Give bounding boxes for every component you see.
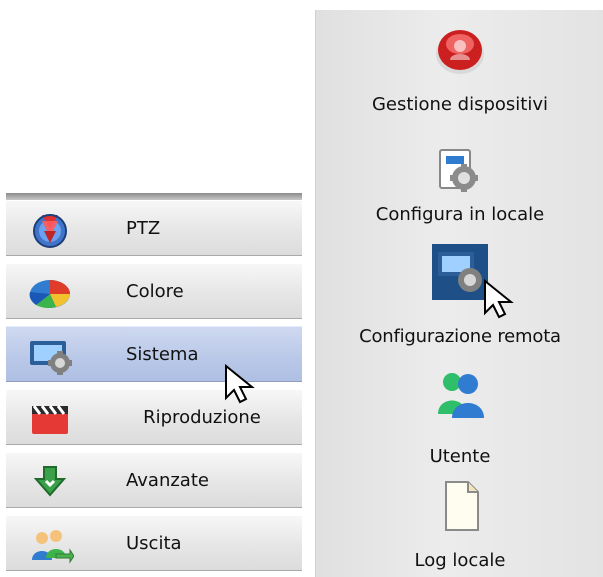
- left-item-colore[interactable]: Colore: [6, 263, 302, 319]
- left-item-label: Sistema: [126, 344, 199, 365]
- users-icon: [430, 362, 490, 422]
- right-item-configurazione-remota[interactable]: Configurazione remota: [316, 242, 603, 356]
- left-item-riproduzione[interactable]: Riproduzione: [6, 389, 302, 445]
- right-item-label: Gestione dispositivi: [371, 94, 548, 115]
- right-item-label: Log locale: [414, 550, 506, 571]
- left-item-avanzate[interactable]: Avanzate: [6, 452, 302, 508]
- remote-config-icon: [430, 242, 490, 302]
- left-menu: PTZ Colore Sistema Riproduzione Avanzate…: [6, 193, 302, 577]
- left-item-label: Colore: [126, 281, 184, 302]
- right-item-configura-in-locale[interactable]: Configura in locale: [316, 136, 603, 242]
- right-item-label: Utente: [429, 446, 491, 467]
- right-item-label: Configurazione remota: [359, 326, 561, 347]
- mouse-cursor-icon: [483, 278, 515, 319]
- settings-screen-icon: [26, 335, 74, 375]
- red-device-icon: [430, 20, 490, 80]
- users-exit-icon: [26, 524, 75, 564]
- left-item-label: Avanzate: [126, 470, 209, 491]
- ptz-icon: [26, 209, 74, 249]
- left-item-label: Riproduzione: [143, 407, 261, 428]
- left-item-sistema[interactable]: Sistema: [6, 326, 302, 382]
- left-menu-topbar: [6, 193, 302, 200]
- left-item-uscita[interactable]: Uscita: [6, 515, 302, 571]
- right-item-gestione-dispositivi[interactable]: Gestione dispositivi: [316, 10, 603, 136]
- right-panel: Gestione dispositivi Configura in locale: [315, 10, 603, 577]
- clapperboard-icon: [26, 398, 74, 438]
- left-item-ptz[interactable]: PTZ: [6, 200, 302, 256]
- left-item-label: Uscita: [126, 533, 182, 554]
- right-item-label: Configura in locale: [375, 204, 545, 225]
- right-item-utente[interactable]: Utente: [316, 356, 603, 470]
- right-item-log-locale[interactable]: Log locale: [316, 470, 603, 577]
- mouse-cursor-icon: [224, 363, 256, 404]
- left-item-label: PTZ: [126, 218, 161, 239]
- local-config-icon: [430, 142, 490, 202]
- document-icon: [430, 476, 490, 536]
- down-arrow-icon: [26, 461, 74, 501]
- color-pie-icon: [26, 272, 74, 312]
